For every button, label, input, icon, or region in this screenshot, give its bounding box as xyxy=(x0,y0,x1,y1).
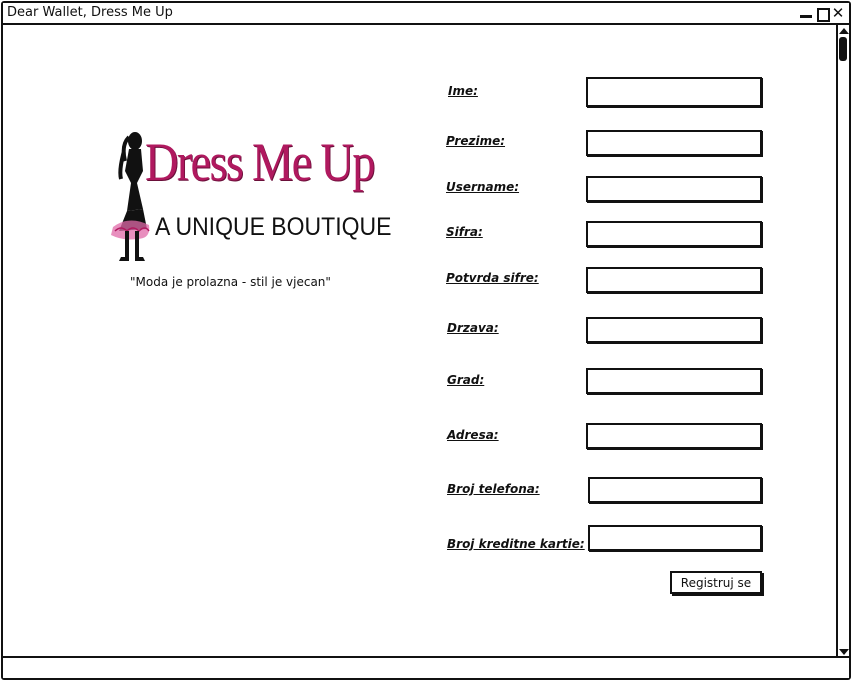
scroll-thumb[interactable] xyxy=(839,37,847,61)
label-broj-kreditne-kartice: Broj kreditne kartie: xyxy=(447,537,585,551)
potvrda-sifre-input[interactable] xyxy=(586,267,762,293)
label-grad: Grad: xyxy=(447,373,485,387)
broj-kreditne-kartice-input[interactable] xyxy=(588,525,762,551)
label-prezime: Prezime: xyxy=(446,134,506,148)
main-content: Dress Me Up A UNIQUE BOUTIQUE "Moda je p… xyxy=(3,25,836,658)
window-controls: ✕ xyxy=(799,5,845,22)
brand-name: Dress Me Up xyxy=(145,132,375,192)
scroll-down-icon[interactable] xyxy=(839,648,849,656)
grad-input[interactable] xyxy=(586,368,762,394)
prezime-input[interactable] xyxy=(586,130,762,156)
drzava-input[interactable] xyxy=(586,317,762,343)
label-username: Username: xyxy=(446,180,520,194)
title-bar: Dear Wallet, Dress Me Up ✕ xyxy=(3,3,849,25)
label-drzava: Drzava: xyxy=(447,321,499,335)
adresa-input[interactable] xyxy=(586,423,762,449)
label-adresa: Adresa: xyxy=(447,428,499,442)
app-window: Dear Wallet, Dress Me Up ✕ Dress Me Up A… xyxy=(1,1,851,680)
label-potvrda-sifre: Potvrda sifre: xyxy=(446,271,539,285)
window-title: Dear Wallet, Dress Me Up xyxy=(7,5,173,20)
status-bar xyxy=(3,656,849,678)
broj-telefona-input[interactable] xyxy=(588,477,762,503)
minimize-icon[interactable] xyxy=(799,5,813,21)
brand-tagline: A UNIQUE BOUTIQUE xyxy=(155,213,392,241)
brand-logo: Dress Me Up A UNIQUE BOUTIQUE xyxy=(107,131,391,261)
close-icon[interactable]: ✕ xyxy=(831,5,845,21)
username-input[interactable] xyxy=(586,176,762,202)
registruj-se-button[interactable]: Registruj se xyxy=(670,571,762,594)
maximize-icon[interactable] xyxy=(815,5,830,22)
vertical-scrollbar[interactable] xyxy=(836,25,849,658)
label-ime: Ime: xyxy=(448,84,478,98)
label-sifra: Sifra: xyxy=(446,225,483,239)
motto-text: "Moda je prolazna - stil je vjecan" xyxy=(130,275,331,289)
scroll-up-icon[interactable] xyxy=(839,27,849,35)
sifra-input[interactable] xyxy=(586,221,762,247)
ime-input[interactable] xyxy=(586,77,762,107)
label-broj-telefona: Broj telefona: xyxy=(447,482,540,496)
